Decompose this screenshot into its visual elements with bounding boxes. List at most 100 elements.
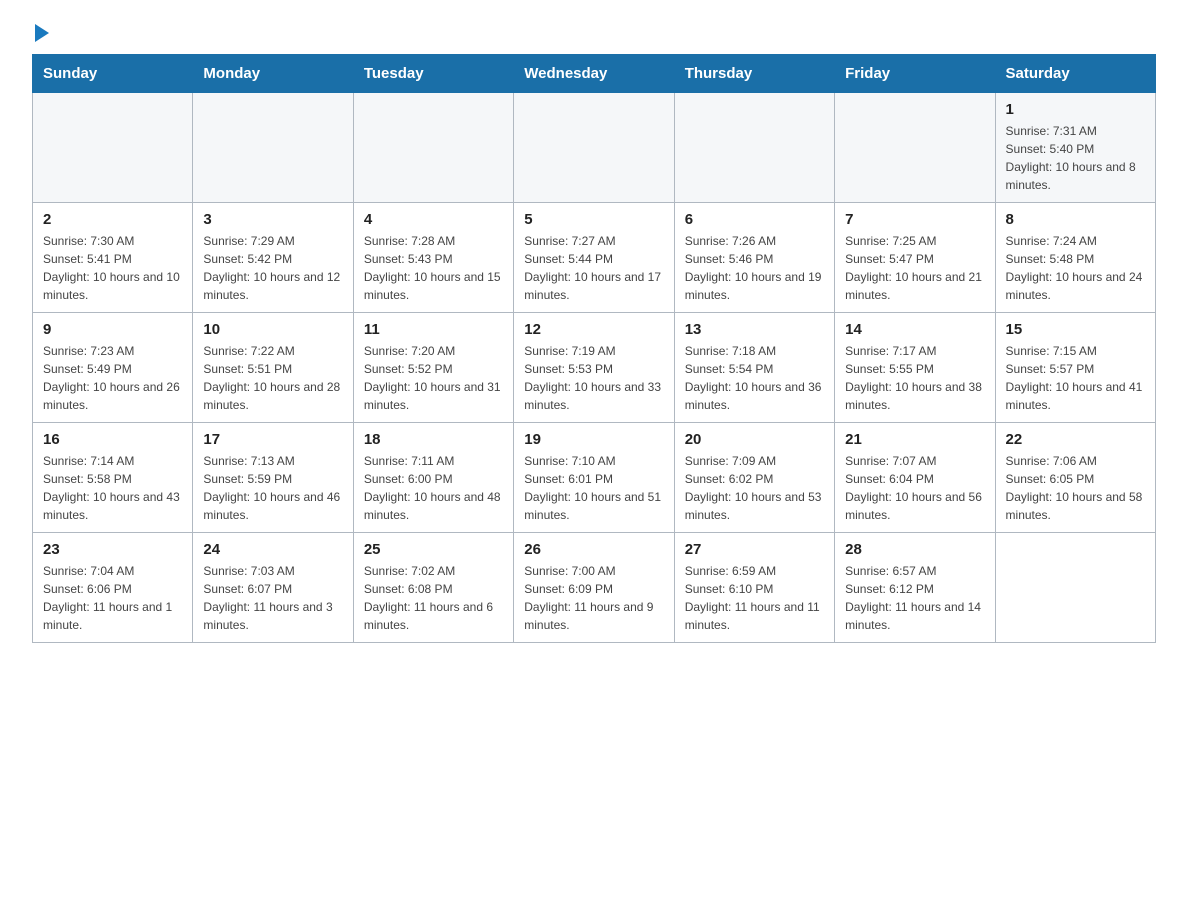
day-number: 5 — [524, 211, 663, 228]
day-info: Sunrise: 7:13 AMSunset: 5:59 PMDaylight:… — [203, 452, 342, 524]
col-header-monday: Monday — [193, 55, 353, 93]
calendar-cell: 19 Sunrise: 7:10 AMSunset: 6:01 PMDayligh… — [514, 423, 674, 533]
day-info: Sunrise: 7:15 AMSunset: 5:57 PMDaylight:… — [1006, 342, 1145, 414]
calendar-cell: 11 Sunrise: 7:20 AMSunset: 5:52 PMDayligh… — [353, 313, 513, 423]
day-info: Sunrise: 7:25 AMSunset: 5:47 PMDaylight:… — [845, 232, 984, 304]
day-number: 17 — [203, 431, 342, 448]
day-info: Sunrise: 7:18 AMSunset: 5:54 PMDaylight:… — [685, 342, 824, 414]
page-header — [32, 24, 1156, 42]
calendar-cell: 25 Sunrise: 7:02 AMSunset: 6:08 PMDayligh… — [353, 533, 513, 643]
day-number: 18 — [364, 431, 503, 448]
col-header-wednesday: Wednesday — [514, 55, 674, 93]
day-info: Sunrise: 7:14 AMSunset: 5:58 PMDaylight:… — [43, 452, 182, 524]
calendar-cell — [835, 93, 995, 203]
day-info: Sunrise: 7:20 AMSunset: 5:52 PMDaylight:… — [364, 342, 503, 414]
day-info: Sunrise: 7:09 AMSunset: 6:02 PMDaylight:… — [685, 452, 824, 524]
calendar-cell: 15 Sunrise: 7:15 AMSunset: 5:57 PMDayligh… — [995, 313, 1155, 423]
calendar-cell — [995, 533, 1155, 643]
day-number: 1 — [1006, 101, 1145, 118]
calendar-cell: 21 Sunrise: 7:07 AMSunset: 6:04 PMDayligh… — [835, 423, 995, 533]
calendar-header-row: SundayMondayTuesdayWednesdayThursdayFrid… — [33, 55, 1156, 93]
calendar-cell: 4 Sunrise: 7:28 AMSunset: 5:43 PMDaylight… — [353, 203, 513, 313]
calendar-cell: 18 Sunrise: 7:11 AMSunset: 6:00 PMDayligh… — [353, 423, 513, 533]
day-number: 6 — [685, 211, 824, 228]
day-number: 3 — [203, 211, 342, 228]
day-info: Sunrise: 7:28 AMSunset: 5:43 PMDaylight:… — [364, 232, 503, 304]
day-info: Sunrise: 7:19 AMSunset: 5:53 PMDaylight:… — [524, 342, 663, 414]
col-header-sunday: Sunday — [33, 55, 193, 93]
day-info: Sunrise: 7:31 AMSunset: 5:40 PMDaylight:… — [1006, 122, 1145, 194]
day-info: Sunrise: 7:27 AMSunset: 5:44 PMDaylight:… — [524, 232, 663, 304]
calendar-week-row: 16 Sunrise: 7:14 AMSunset: 5:58 PMDayligh… — [33, 423, 1156, 533]
logo-triangle-icon — [35, 24, 49, 42]
calendar-cell: 14Sunrise: 7:17 AMSunset: 5:55 PMDayligh… — [835, 313, 995, 423]
day-number: 14 — [845, 321, 984, 338]
calendar-cell — [514, 93, 674, 203]
col-header-thursday: Thursday — [674, 55, 834, 93]
day-info: Sunrise: 6:57 AMSunset: 6:12 PMDaylight:… — [845, 562, 984, 634]
day-number: 2 — [43, 211, 182, 228]
logo — [32, 24, 49, 42]
day-info: Sunrise: 6:59 AMSunset: 6:10 PMDaylight:… — [685, 562, 824, 634]
day-info: Sunrise: 7:07 AMSunset: 6:04 PMDaylight:… — [845, 452, 984, 524]
calendar-table: SundayMondayTuesdayWednesdayThursdayFrid… — [32, 54, 1156, 643]
calendar-cell: 24 Sunrise: 7:03 AMSunset: 6:07 PMDayligh… — [193, 533, 353, 643]
day-number: 26 — [524, 541, 663, 558]
day-number: 24 — [203, 541, 342, 558]
day-number: 12 — [524, 321, 663, 338]
calendar-cell: 16 Sunrise: 7:14 AMSunset: 5:58 PMDayligh… — [33, 423, 193, 533]
col-header-saturday: Saturday — [995, 55, 1155, 93]
day-info: Sunrise: 7:06 AMSunset: 6:05 PMDaylight:… — [1006, 452, 1145, 524]
day-number: 9 — [43, 321, 182, 338]
day-info: Sunrise: 7:03 AMSunset: 6:07 PMDaylight:… — [203, 562, 342, 634]
day-number: 8 — [1006, 211, 1145, 228]
calendar-cell: 2 Sunrise: 7:30 AMSunset: 5:41 PMDaylight… — [33, 203, 193, 313]
calendar-cell: 26Sunrise: 7:00 AMSunset: 6:09 PMDayligh… — [514, 533, 674, 643]
day-info: Sunrise: 7:30 AMSunset: 5:41 PMDaylight:… — [43, 232, 182, 304]
day-info: Sunrise: 7:24 AMSunset: 5:48 PMDaylight:… — [1006, 232, 1145, 304]
calendar-cell: 17 Sunrise: 7:13 AMSunset: 5:59 PMDayligh… — [193, 423, 353, 533]
day-info: Sunrise: 7:22 AMSunset: 5:51 PMDaylight:… — [203, 342, 342, 414]
day-info: Sunrise: 7:11 AMSunset: 6:00 PMDaylight:… — [364, 452, 503, 524]
calendar-cell — [674, 93, 834, 203]
day-number: 22 — [1006, 431, 1145, 448]
day-number: 15 — [1006, 321, 1145, 338]
calendar-cell: 28Sunrise: 6:57 AMSunset: 6:12 PMDayligh… — [835, 533, 995, 643]
day-number: 16 — [43, 431, 182, 448]
calendar-cell: 3 Sunrise: 7:29 AMSunset: 5:42 PMDaylight… — [193, 203, 353, 313]
calendar-cell: 5 Sunrise: 7:27 AMSunset: 5:44 PMDaylight… — [514, 203, 674, 313]
day-number: 4 — [364, 211, 503, 228]
calendar-cell: 13 Sunrise: 7:18 AMSunset: 5:54 PMDayligh… — [674, 313, 834, 423]
day-info: Sunrise: 7:26 AMSunset: 5:46 PMDaylight:… — [685, 232, 824, 304]
calendar-week-row: 2 Sunrise: 7:30 AMSunset: 5:41 PMDaylight… — [33, 203, 1156, 313]
day-number: 11 — [364, 321, 503, 338]
day-number: 27 — [685, 541, 824, 558]
day-number: 7 — [845, 211, 984, 228]
day-number: 19 — [524, 431, 663, 448]
calendar-cell: 10 Sunrise: 7:22 AMSunset: 5:51 PMDayligh… — [193, 313, 353, 423]
day-number: 25 — [364, 541, 503, 558]
col-header-friday: Friday — [835, 55, 995, 93]
calendar-cell: 8 Sunrise: 7:24 AMSunset: 5:48 PMDaylight… — [995, 203, 1155, 313]
calendar-cell: 23 Sunrise: 7:04 AMSunset: 6:06 PMDayligh… — [33, 533, 193, 643]
calendar-cell: 12 Sunrise: 7:19 AMSunset: 5:53 PMDayligh… — [514, 313, 674, 423]
day-number: 13 — [685, 321, 824, 338]
calendar-week-row: 23 Sunrise: 7:04 AMSunset: 6:06 PMDayligh… — [33, 533, 1156, 643]
calendar-cell: 6 Sunrise: 7:26 AMSunset: 5:46 PMDaylight… — [674, 203, 834, 313]
day-number: 23 — [43, 541, 182, 558]
calendar-cell: 27 Sunrise: 6:59 AMSunset: 6:10 PMDayligh… — [674, 533, 834, 643]
day-number: 21 — [845, 431, 984, 448]
calendar-cell — [353, 93, 513, 203]
day-info: Sunrise: 7:02 AMSunset: 6:08 PMDaylight:… — [364, 562, 503, 634]
col-header-tuesday: Tuesday — [353, 55, 513, 93]
calendar-cell: 1 Sunrise: 7:31 AMSunset: 5:40 PMDaylight… — [995, 93, 1155, 203]
calendar-cell — [193, 93, 353, 203]
day-info: Sunrise: 7:29 AMSunset: 5:42 PMDaylight:… — [203, 232, 342, 304]
day-info: Sunrise: 7:10 AMSunset: 6:01 PMDaylight:… — [524, 452, 663, 524]
day-info: Sunrise: 7:23 AMSunset: 5:49 PMDaylight:… — [43, 342, 182, 414]
calendar-cell: 9 Sunrise: 7:23 AMSunset: 5:49 PMDaylight… — [33, 313, 193, 423]
day-number: 10 — [203, 321, 342, 338]
day-info: Sunrise: 7:04 AMSunset: 6:06 PMDaylight:… — [43, 562, 182, 634]
calendar-cell: 7 Sunrise: 7:25 AMSunset: 5:47 PMDaylight… — [835, 203, 995, 313]
day-number: 20 — [685, 431, 824, 448]
